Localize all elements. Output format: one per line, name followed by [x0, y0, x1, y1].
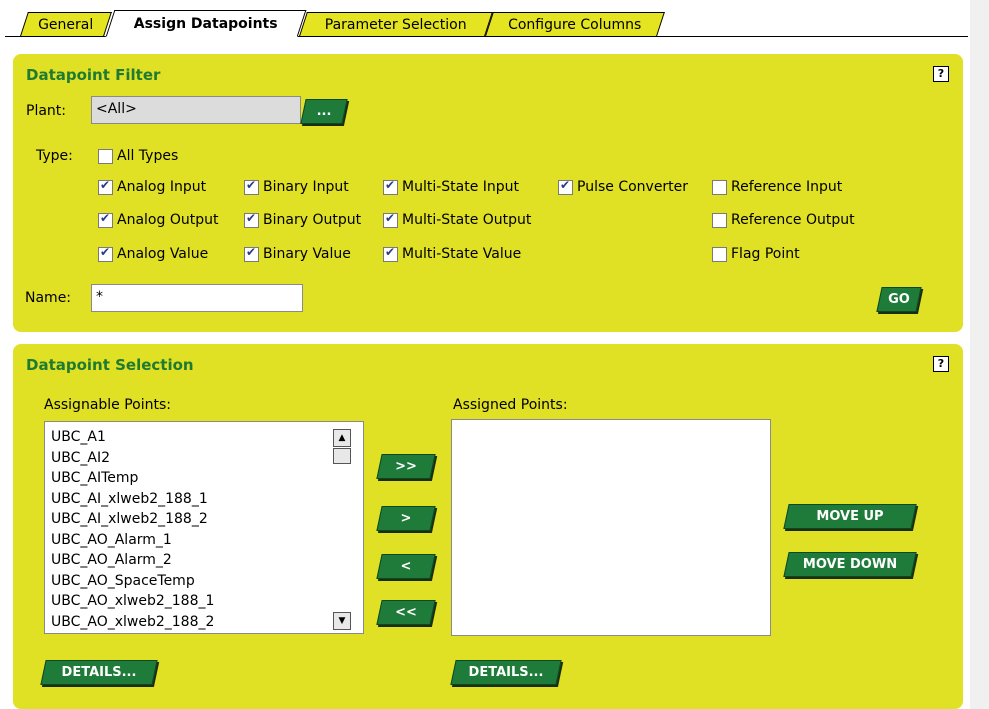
list-item[interactable]: UBC_AITemp [45, 468, 363, 489]
list-item[interactable]: UBC_AI2 [45, 448, 363, 469]
type-checkbox-pulse-converter[interactable]: Pulse Converter [558, 178, 688, 195]
assigned-points-list[interactable] [451, 419, 771, 636]
checkbox-box[interactable] [712, 179, 727, 195]
checkbox-box[interactable] [244, 178, 259, 195]
checkbox-box[interactable] [98, 178, 113, 195]
type-checkbox-multi-state-value[interactable]: Multi-State Value [383, 245, 521, 262]
page-scrollbar[interactable] [970, 0, 989, 709]
checkbox-box[interactable] [712, 246, 727, 262]
add-button[interactable]: > [376, 506, 436, 531]
type-checkbox-binary-value[interactable]: Binary Value [244, 245, 351, 262]
type-label: Type: [36, 148, 73, 164]
go-button[interactable]: GO [876, 287, 922, 312]
datapoint-selection-panel: Datapoint Selection ? Assignable Points:… [13, 344, 963, 709]
list-item[interactable]: UBC_A1 [45, 427, 363, 448]
checkbox-box[interactable] [558, 178, 573, 195]
selection-help-icon[interactable]: ? [933, 356, 949, 372]
type-checkbox-analog-input[interactable]: Analog Input [98, 178, 206, 195]
plant-browse-button[interactable]: ... [300, 99, 348, 124]
add-all-button[interactable]: >> [376, 454, 436, 479]
list-item[interactable]: UBC_AO_SpaceTemp [45, 571, 363, 592]
type-checkbox-reference-output[interactable]: Reference Output [712, 212, 855, 228]
tab-parameter-selection[interactable]: Parameter Selection [299, 12, 493, 36]
remove-all-button[interactable]: << [376, 600, 436, 625]
name-label: Name: [25, 290, 72, 306]
scroll-up-icon[interactable]: ▲ [333, 429, 351, 447]
type-checkbox-multi-state-output[interactable]: Multi-State Output [383, 211, 531, 228]
assignable-points-list[interactable]: UBC_A1 UBC_AI2 UBC_AITemp UBC_AI_xlweb2_188… [44, 421, 364, 634]
details-left-button[interactable]: DETAILS... [40, 660, 158, 685]
checkbox-box[interactable] [98, 148, 113, 164]
datapoint-filter-panel: Datapoint Filter ? Plant: <All> ... Type… [13, 54, 963, 332]
tab-general[interactable]: General [20, 12, 112, 36]
plant-label: Plant: [26, 103, 66, 119]
list-item[interactable]: UBC_AO_xlweb2_188_1 [45, 591, 363, 612]
scrollbar-thumb[interactable] [333, 448, 351, 464]
type-checkbox-multi-state-input[interactable]: Multi-State Input [383, 178, 519, 195]
datapoint-filter-title: Datapoint Filter [26, 66, 161, 84]
list-item[interactable]: UBC_AO_Alarm_1 [45, 530, 363, 551]
assignable-points-label: Assignable Points: [44, 397, 172, 413]
checkbox-box[interactable] [244, 245, 259, 262]
list-item[interactable]: UBC_AI_xlweb2_188_2 [45, 509, 363, 530]
details-right-button[interactable]: DETAILS... [450, 660, 562, 685]
filter-help-icon[interactable]: ? [933, 66, 949, 82]
checkbox-box[interactable] [712, 212, 727, 228]
scroll-down-icon[interactable]: ▼ [333, 612, 351, 630]
type-checkbox-analog-value[interactable]: Analog Value [98, 245, 208, 262]
list-item[interactable]: UBC_AO_xlweb2_188_2 [45, 612, 363, 633]
checkbox-box[interactable] [98, 211, 113, 228]
tab-assign-datapoints[interactable]: Assign Datapoints [105, 10, 307, 37]
list-item[interactable]: UBC_AI_xlweb2_188_1 [45, 489, 363, 510]
checkbox-box[interactable] [383, 211, 398, 228]
assigned-points-label: Assigned Points: [453, 397, 568, 413]
type-checkbox-binary-output[interactable]: Binary Output [244, 211, 361, 228]
checkbox-box[interactable] [244, 211, 259, 228]
move-down-button[interactable]: MOVE DOWN [783, 552, 917, 577]
type-checkbox-binary-input[interactable]: Binary Input [244, 178, 349, 195]
checkbox-box[interactable] [98, 245, 113, 262]
type-checkbox-reference-input[interactable]: Reference Input [712, 179, 842, 195]
all-types-checkbox[interactable]: All Types [98, 148, 178, 164]
tab-configure-columns[interactable]: Configure Columns [485, 12, 665, 36]
checkbox-box[interactable] [383, 245, 398, 262]
name-input[interactable]: * [91, 284, 303, 312]
type-checkbox-flag-point[interactable]: Flag Point [712, 246, 800, 262]
datapoint-selection-title: Datapoint Selection [26, 356, 194, 374]
move-up-button[interactable]: MOVE UP [783, 504, 917, 529]
type-checkbox-analog-output[interactable]: Analog Output [98, 211, 218, 228]
remove-button[interactable]: < [376, 554, 436, 579]
list-item[interactable]: UBC_AO_Alarm_2 [45, 550, 363, 571]
checkbox-box[interactable] [383, 178, 398, 195]
plant-field: <All> [91, 96, 301, 124]
